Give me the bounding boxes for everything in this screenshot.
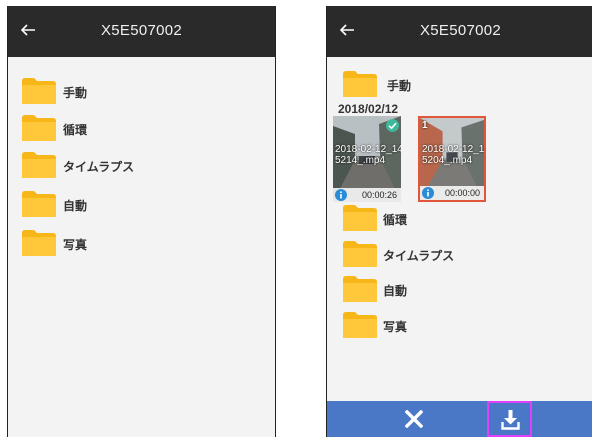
folder-icon (343, 71, 377, 97)
folder-item-auto[interactable]: 自動 (327, 276, 592, 306)
video-filename-ext: 5204_.mp4 (422, 155, 473, 166)
folder-icon (22, 115, 56, 141)
folder-item-auto[interactable]: 自動 (8, 191, 275, 221)
folder-label: タイムラプス (63, 160, 135, 174)
check-icon (386, 119, 399, 132)
folder-item-manual[interactable]: 手動 (327, 71, 592, 101)
folder-label: 写真 (63, 238, 88, 252)
left-screen: X5E507002 手動 循環 タイムラプス 自動 写真 (7, 6, 276, 437)
video-index-badge: 1 (422, 120, 428, 131)
folder-icon (343, 241, 377, 267)
video-filename: 2018-02-12_14 (422, 144, 486, 155)
folder-item-photo[interactable]: 写真 (8, 230, 275, 260)
info-icon[interactable] (422, 187, 434, 199)
folder-label: 自動 (383, 284, 408, 298)
folder-label: 循環 (63, 123, 88, 137)
close-icon[interactable] (405, 410, 423, 428)
app-bar: X5E507002 (327, 6, 592, 57)
video-filename-ext: 5214_.mp4 (335, 155, 386, 166)
folder-icon (343, 276, 377, 302)
download-icon (501, 410, 520, 430)
folder-label: 循環 (383, 213, 408, 227)
folder-item-photo[interactable]: 写真 (327, 312, 592, 342)
folder-item-loop[interactable]: 循環 (8, 115, 275, 145)
folder-item-loop[interactable]: 循環 (327, 205, 592, 235)
folder-icon (22, 230, 56, 256)
download-button[interactable] (487, 401, 532, 437)
folder-icon (22, 191, 56, 217)
folder-item-timelapse[interactable]: タイムラプス (327, 241, 592, 271)
right-screen: X5E507002 手動 2018/02/12 2018-02-12_14 52… (326, 6, 592, 437)
video-duration: 00:00:00 (444, 188, 480, 198)
app-bar: X5E507002 (8, 6, 275, 57)
action-bar (327, 401, 592, 437)
folder-icon (343, 205, 377, 231)
video-thumbnail[interactable]: 1 2018-02-12_14 5204_.mp4 00:00:00 (418, 116, 486, 202)
folder-icon (22, 78, 56, 104)
thumbnail-footer: 00:00:00 (420, 186, 484, 200)
thumbnail-footer: 00:00:26 (333, 188, 401, 202)
folder-label: タイムラプス (383, 249, 455, 263)
date-header: 2018/02/12 (338, 102, 399, 116)
video-duration: 00:00:26 (361, 190, 397, 200)
page-title: X5E507002 (419, 22, 502, 39)
folder-icon (22, 152, 56, 178)
folder-icon (343, 312, 377, 338)
page-title: X5E507002 (100, 22, 183, 39)
folder-label: 自動 (63, 199, 88, 213)
info-icon[interactable] (335, 189, 347, 201)
folder-label: 手動 (63, 86, 88, 100)
folder-label: 手動 (387, 79, 412, 93)
video-thumbnail[interactable]: 2018-02-12_14 5214_.mp4 00:00:26 (333, 116, 401, 202)
video-filename: 2018-02-12_14 (335, 144, 401, 155)
folder-label: 写真 (383, 320, 408, 334)
folder-item-manual[interactable]: 手動 (8, 78, 275, 108)
folder-item-timelapse[interactable]: タイムラプス (8, 152, 275, 182)
